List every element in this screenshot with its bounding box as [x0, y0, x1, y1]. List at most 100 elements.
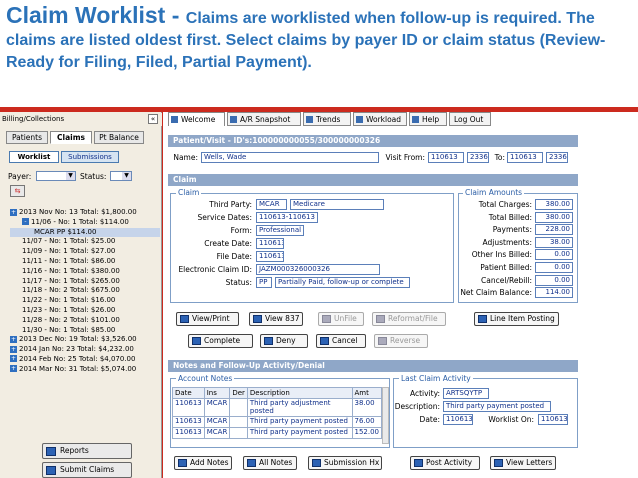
tab-help[interactable]: Help [409, 112, 447, 126]
worklist-on-field[interactable]: 110613 [538, 414, 568, 425]
tree-node[interactable]: 11/28 - No: 2 Total: $101.00 [10, 316, 160, 326]
visit-to-time[interactable]: 2336 [546, 152, 568, 163]
tab-trends[interactable]: Trends [303, 112, 351, 126]
activity-field[interactable]: ARTSQYTP [443, 388, 489, 399]
tab-pt-balance[interactable]: Pt Balance [94, 131, 144, 144]
deny-button[interactable]: Deny [260, 334, 308, 348]
all-notes-button[interactable]: All Notes [243, 456, 297, 470]
expand-icon[interactable]: + [10, 365, 17, 373]
table-cell: 76.00 [351, 416, 382, 428]
tree-node[interactable]: 11/30 - No: 1 Total: $85.00 [10, 326, 160, 336]
submit-claims-button[interactable]: Submit Claims [42, 462, 132, 478]
post-activity-button[interactable]: Post Activity [410, 456, 480, 470]
unfile-button[interactable]: UnFile [318, 312, 364, 326]
column-header[interactable]: Der [229, 387, 248, 399]
worklist-on-label: Worklist On: [488, 415, 534, 424]
tree-node-label: 2013 Nov No: 13 Total: $1,800.00 [19, 208, 137, 216]
submission-hx-button[interactable]: Submission Hx [308, 456, 382, 470]
edit-icon [322, 315, 331, 323]
tab-patients[interactable]: Patients [6, 131, 48, 144]
table-row[interactable]: 110613 MCAR Third party payment posted 76.0… [172, 416, 382, 428]
notes-scrollbar[interactable] [382, 387, 389, 444]
tree-node[interactable]: 11/22 - No: 1 Total: $16.00 [10, 296, 160, 306]
tree-node[interactable]: 11/11 - No: 1 Total: $86.00 [10, 257, 160, 267]
date-field[interactable]: 110613 [443, 414, 473, 425]
status-select[interactable]: ▼ [110, 171, 132, 181]
tab-ar-snapshot[interactable]: A/R Snapshot [227, 112, 301, 126]
reverse-button[interactable]: Reverse [374, 334, 428, 348]
chart-icon [356, 116, 363, 123]
visit-from-date[interactable]: 110613 [428, 152, 464, 163]
table-row[interactable]: 110613 MCAR Third party payment posted 152.… [172, 427, 382, 439]
form-field[interactable]: Professional [256, 225, 304, 236]
column-header[interactable]: Description [246, 387, 353, 399]
tab-claims[interactable]: Claims [50, 131, 92, 144]
subtab-worklist[interactable]: Worklist [9, 151, 59, 163]
amount-label: Cancel/Rebill: [481, 275, 532, 285]
amount-label: Payments: [492, 225, 532, 235]
table-row[interactable]: 110613 MCAR Third party adjustment posted 3… [172, 398, 382, 417]
tree-node[interactable]: +2013 Nov No: 13 Total: $1,800.00 [10, 208, 160, 218]
file-date-field[interactable]: 110613 [256, 251, 284, 262]
subtab-submissions[interactable]: Submissions [61, 151, 119, 163]
tree-node[interactable]: 11/17 - No: 1 Total: $265.00 [10, 277, 160, 287]
reports-button[interactable]: Reports [42, 443, 132, 459]
electronic-claim-id-field[interactable]: JAZM000326000326 [256, 264, 380, 275]
description-field[interactable]: Third party payment posted [443, 401, 551, 412]
view-print-button[interactable]: View/Print [176, 312, 239, 326]
tree-node[interactable]: +2014 Jan No: 23 Total: $4,232.00 [10, 345, 160, 355]
form-label: Form: [230, 226, 252, 235]
column-header[interactable]: Amt [351, 387, 382, 399]
tree-node[interactable]: +2013 Dec No: 19 Total: $3,526.00 [10, 335, 160, 345]
column-header[interactable]: Ins [203, 387, 231, 399]
third-party-name[interactable]: Medicare [290, 199, 384, 210]
tree-node[interactable]: 11/07 - No: 1 Total: $25.00 [10, 237, 160, 247]
tree-node[interactable]: 11/09 - No: 1 Total: $27.00 [10, 247, 160, 257]
tab-workload[interactable]: Workload [353, 112, 407, 126]
tree-node[interactable]: 11/16 - No: 1 Total: $380.00 [10, 267, 160, 277]
cancel-button[interactable]: Cancel [316, 334, 366, 348]
history-icon [312, 459, 321, 467]
expand-icon[interactable]: + [10, 208, 17, 216]
complete-button[interactable]: Complete [188, 334, 253, 348]
add-notes-label: Add Notes [190, 458, 229, 467]
letter-icon [494, 459, 503, 467]
expand-icon[interactable]: + [10, 335, 17, 343]
refresh-icon[interactable]: ⇆ [10, 185, 25, 197]
add-notes-button[interactable]: Add Notes [174, 456, 232, 470]
reformat-file-button[interactable]: Reformat/File [372, 312, 446, 326]
table-cell: MCAR [203, 427, 231, 439]
collapse-icon[interactable]: - [22, 218, 29, 226]
status-text-field[interactable]: Partially Paid, follow-up or complete [275, 277, 410, 288]
column-header[interactable]: Date [172, 387, 205, 399]
complete-label: Complete [204, 336, 241, 345]
tree-node-label: 2014 Jan No: 23 Total: $4,232.00 [19, 345, 134, 354]
view-letters-button[interactable]: View Letters [490, 456, 556, 470]
name-field[interactable]: Wells, Wade [201, 152, 379, 163]
tree-node[interactable]: +2014 Feb No: 25 Total: $4,070.00 [10, 355, 160, 365]
tree-node[interactable]: +2014 Mar No: 31 Total: $5,074.00 [10, 365, 160, 375]
expand-icon[interactable]: + [10, 345, 17, 353]
table-cell [229, 398, 248, 417]
expand-icon[interactable]: + [10, 355, 17, 363]
tree-node[interactable]: MCAR PP $114.00 [10, 227, 160, 238]
view-837-button[interactable]: View 837 [249, 312, 303, 326]
collapse-button[interactable]: « [148, 114, 158, 124]
status-code-field[interactable]: PP [256, 277, 272, 288]
view-print-label: View/Print [192, 314, 230, 323]
create-date-field[interactable]: 110613 [256, 238, 284, 249]
third-party-code[interactable]: MCAR [256, 199, 287, 210]
tree-node[interactable]: -11/06 - No: 1 Total: $114.00 [10, 218, 160, 228]
payer-select[interactable]: ▼ [36, 171, 76, 181]
service-dates-field[interactable]: 110613-110613 [256, 212, 318, 223]
chevron-down-icon: ▼ [66, 172, 75, 180]
tree-node[interactable]: 11/23 - No: 1 Total: $26.00 [10, 306, 160, 316]
line-item-posting-button[interactable]: Line Item Posting [474, 312, 559, 326]
notes-bar: Notes and Follow-Up Activity/Denial [168, 360, 578, 372]
tab-welcome[interactable]: Welcome [168, 112, 225, 126]
visit-from-time[interactable]: 2336 [467, 152, 489, 163]
tree-node[interactable]: 11/18 - No: 2 Total: $675.00 [10, 286, 160, 296]
deny-icon [264, 337, 273, 345]
visit-to-date[interactable]: 110613 [507, 152, 543, 163]
tab-logout[interactable]: Log Out [449, 112, 491, 126]
